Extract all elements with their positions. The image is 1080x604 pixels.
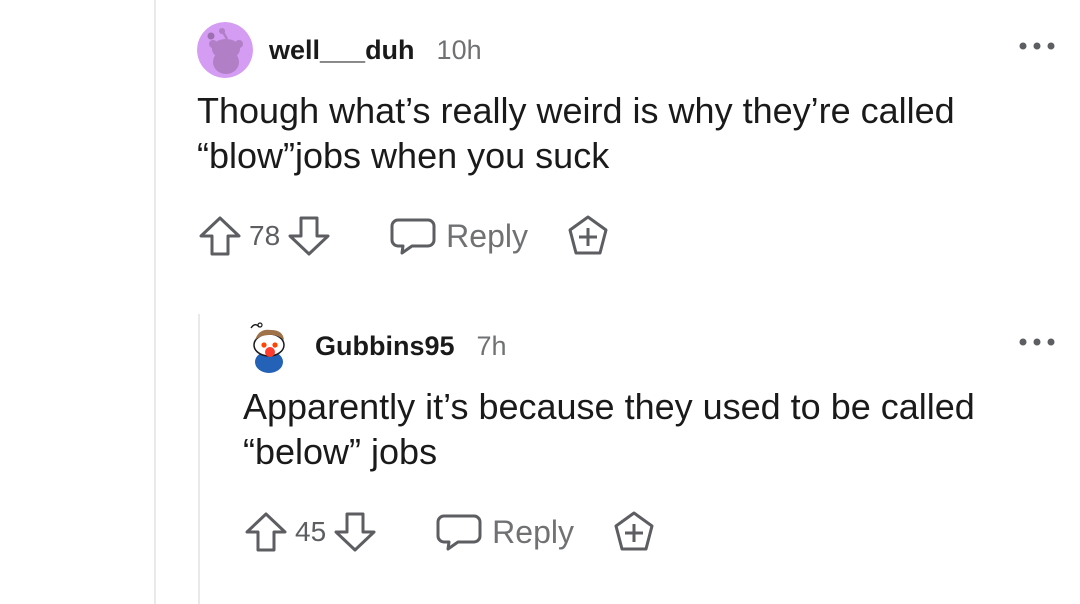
comment-reply: Gubbins95 7h Apparently it’s because the…	[243, 318, 1057, 556]
reply-icon	[436, 514, 482, 551]
comment: well___duh 10h Though what’s really weir…	[197, 22, 1057, 260]
comment-body-line: “blow”jobs when you suck	[197, 135, 610, 176]
upvote-icon[interactable]	[243, 510, 289, 554]
username[interactable]: well___duh	[269, 35, 415, 66]
reply-label: Reply	[446, 217, 528, 254]
downvote-icon[interactable]	[332, 510, 378, 554]
award-button[interactable]	[566, 214, 610, 258]
reply-icon	[390, 218, 436, 255]
downvote-icon[interactable]	[286, 214, 332, 258]
reply-button[interactable]: Reply	[390, 217, 528, 255]
comment-body: Apparently it’s because they used to be …	[243, 384, 1057, 474]
comment-age: 10h	[436, 34, 482, 65]
avatar[interactable]	[243, 318, 299, 374]
comment-meta: well___duh 10h	[197, 22, 1057, 78]
comment-actions: 45 Reply	[243, 508, 1057, 556]
reply-label: Reply	[492, 513, 574, 550]
more-icon	[1019, 42, 1055, 50]
comment-actions: 78 Reply	[197, 212, 1057, 260]
avatar[interactable]	[197, 22, 253, 78]
comment-body: Though what’s really weird is why they’r…	[197, 88, 1057, 178]
vote-score: 78	[249, 220, 281, 251]
vote-controls: 78	[197, 214, 332, 258]
upvote-icon[interactable]	[197, 214, 243, 258]
more-options-button[interactable]	[1017, 328, 1057, 356]
more-options-button[interactable]	[1017, 32, 1057, 60]
vote-score: 45	[295, 516, 327, 547]
reply-button[interactable]: Reply	[436, 513, 574, 551]
award-icon	[614, 511, 654, 551]
username[interactable]: Gubbins95	[315, 331, 455, 362]
comment-body-line: Though what’s really weird is why they’r…	[197, 90, 955, 131]
vote-controls: 45	[243, 510, 378, 554]
award-icon	[568, 215, 608, 255]
comment-thread: well___duh 10h Though what’s really weir…	[0, 0, 1080, 604]
comment-body-line: Apparently it’s because they used to be …	[243, 386, 975, 427]
thread-line-nested[interactable]	[198, 314, 200, 604]
comment-age: 7h	[476, 330, 507, 361]
comment-body-line: “below” jobs	[243, 431, 438, 472]
comment-meta: Gubbins95 7h	[243, 318, 1057, 374]
thread-line[interactable]	[154, 0, 156, 604]
more-icon	[1019, 338, 1055, 346]
award-button[interactable]	[612, 510, 656, 554]
